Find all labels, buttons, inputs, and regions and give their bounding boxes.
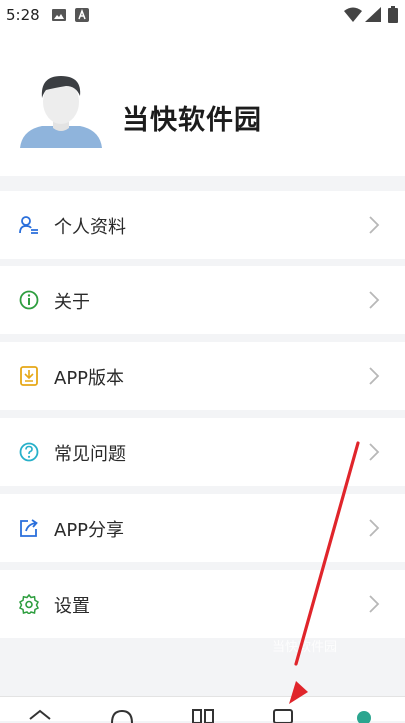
tablet-icon[interactable] [272, 709, 296, 723]
image-icon [52, 9, 66, 21]
chevron-right-icon [369, 443, 380, 461]
search-icon[interactable] [110, 709, 134, 723]
profile-name: 当快软件园 [122, 105, 262, 136]
status-bar: 5:28 [0, 0, 405, 30]
status-time: 5:28 [6, 6, 40, 24]
profile-header: 当快软件园 [0, 30, 405, 176]
a-badge-icon [75, 8, 89, 22]
menu-label-faq: 常见问题 [54, 444, 126, 465]
signal-icon [365, 7, 381, 22]
settings-icon [19, 594, 39, 614]
menu-item-share[interactable]: APP分享 [0, 494, 405, 562]
chevron-right-icon [369, 595, 380, 613]
info-icon [19, 290, 39, 310]
question-icon [19, 442, 39, 462]
chevron-right-icon [369, 291, 380, 309]
layers-icon[interactable] [28, 709, 52, 723]
menu-item-app-version[interactable]: APP版本 [0, 342, 405, 410]
menu-label-settings: 设置 [54, 596, 90, 617]
chevron-right-icon [369, 367, 380, 385]
grid-icon[interactable] [191, 709, 215, 723]
profile-icon[interactable] [352, 709, 376, 723]
share-icon [20, 519, 38, 537]
menu-label-share: APP分享 [54, 520, 125, 541]
menu-label-app-version: APP版本 [54, 368, 125, 389]
menu-item-settings[interactable]: 设置 [0, 570, 405, 638]
battery-icon [388, 6, 398, 23]
bottom-nav [0, 696, 405, 723]
menu-label-about: 关于 [54, 292, 90, 313]
menu-item-faq[interactable]: 常见问题 [0, 418, 405, 486]
app-version-icon [20, 366, 38, 386]
avatar[interactable] [20, 70, 102, 148]
chevron-right-icon [369, 519, 380, 537]
user-profile-icon [19, 216, 38, 234]
watermark: 当快软件园 [272, 640, 338, 655]
menu-item-about[interactable]: 关于 [0, 266, 405, 334]
menu-label-profile: 个人资料 [54, 217, 126, 238]
chevron-right-icon [369, 216, 380, 234]
menu-item-profile[interactable]: 个人资料 [0, 191, 405, 259]
wifi-icon [344, 7, 362, 22]
